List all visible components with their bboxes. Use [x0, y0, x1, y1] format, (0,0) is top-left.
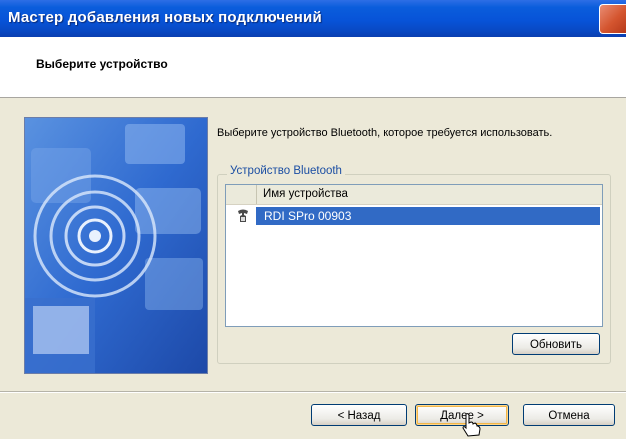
wizard-header: Выберите устройство — [0, 37, 626, 98]
wizard-window: Мастер добавления новых подключений Выбе… — [0, 0, 626, 439]
wizard-illustration — [24, 117, 208, 374]
device-row[interactable]: RDI SPro 00903 — [226, 207, 602, 225]
bluetooth-devices-illustration — [25, 118, 207, 373]
device-list[interactable]: Имя устройства RDI SPro 00903 — [225, 184, 603, 327]
footer-divider — [0, 391, 626, 393]
close-button[interactable] — [599, 4, 626, 34]
icon-column-header[interactable] — [226, 185, 257, 204]
list-header: Имя устройства — [226, 185, 602, 205]
column-header-device-name[interactable]: Имя устройства — [263, 188, 348, 200]
group-label: Устройство Bluetooth — [227, 165, 345, 177]
window-title: Мастер добавления новых подключений — [8, 9, 322, 26]
title-bar[interactable]: Мастер добавления новых подключений — [0, 0, 626, 37]
instruction-text: Выберите устройство Bluetooth, которое т… — [217, 127, 553, 139]
back-button[interactable]: < Назад — [311, 404, 407, 426]
page-title: Выберите устройство — [36, 57, 168, 71]
hand-cursor-icon — [462, 413, 481, 437]
phone-icon — [238, 209, 248, 222]
cancel-button[interactable]: Отмена — [523, 404, 615, 426]
device-name: RDI SPro 00903 — [264, 209, 352, 223]
refresh-button[interactable]: Обновить — [512, 333, 600, 355]
